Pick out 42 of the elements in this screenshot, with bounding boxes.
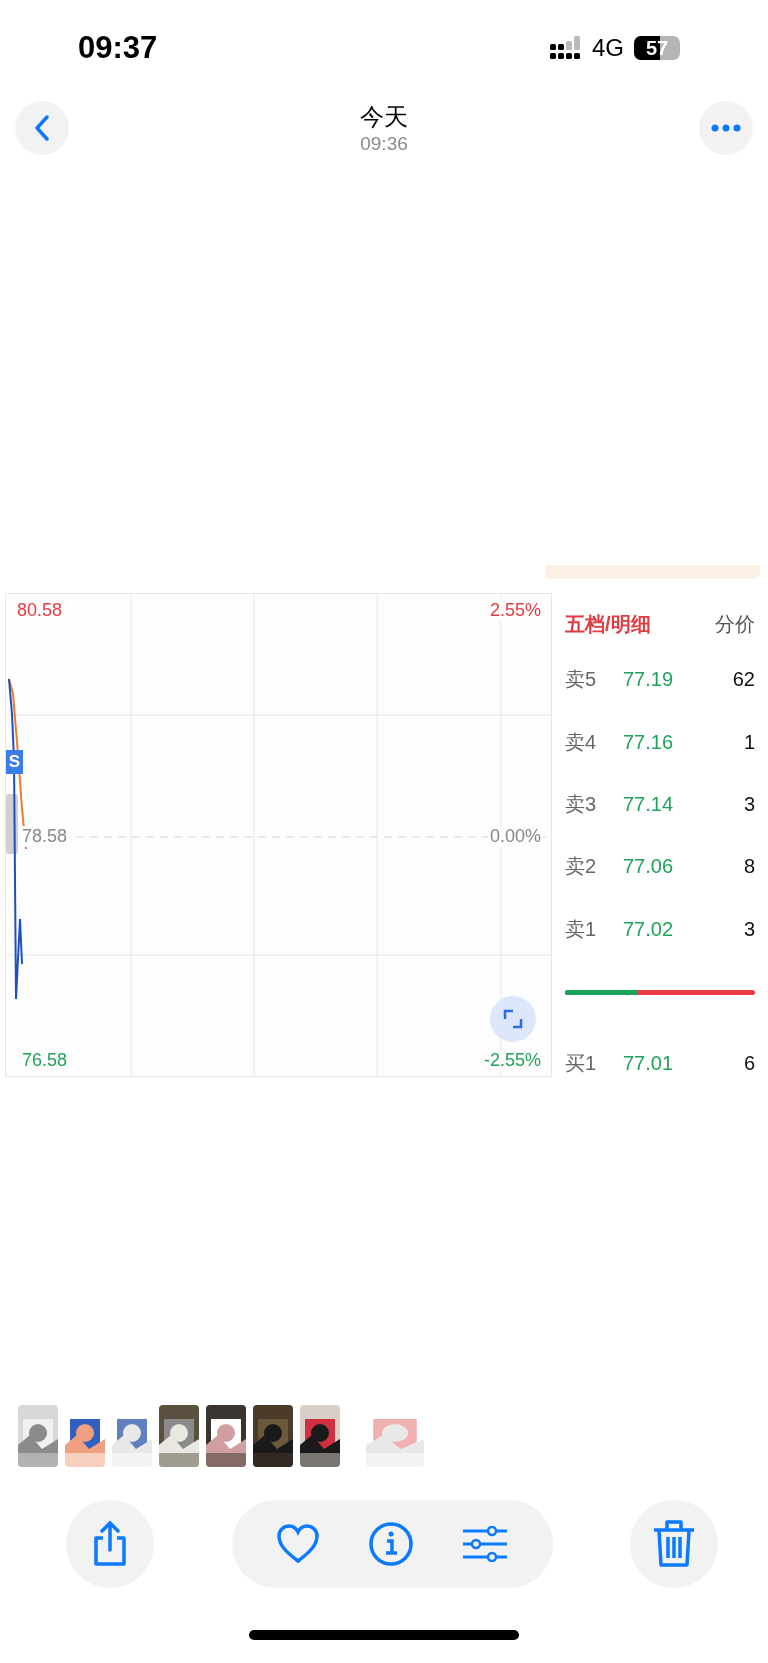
favorite-button[interactable]: [275, 1524, 320, 1564]
order-level-label: 卖2: [565, 854, 598, 880]
more-icon: [711, 124, 741, 132]
status-time: 09:37: [78, 30, 158, 66]
trash-icon: [652, 1519, 696, 1569]
expand-button[interactable]: [490, 996, 536, 1042]
info-button[interactable]: [368, 1521, 414, 1567]
order-level-label: 卖5: [565, 667, 598, 693]
order-volume: 6: [742, 1051, 755, 1075]
order-book-tab[interactable]: 分价: [715, 611, 755, 639]
expand-icon: [503, 1009, 523, 1029]
percent-label: 2.55%: [487, 600, 543, 621]
order-price: 77.06: [623, 855, 675, 879]
order-volume: 3: [742, 792, 755, 816]
order-price: 77.14: [623, 792, 675, 816]
nav-title: 今天: [360, 102, 408, 132]
order-volume: 3: [742, 917, 755, 941]
signal-icon: [550, 36, 582, 60]
order-volume: 8: [742, 855, 755, 879]
order-price: 77.16: [623, 730, 675, 754]
order-level-label: 卖3: [565, 791, 598, 817]
info-icon: [368, 1521, 414, 1567]
order-price: 77.01: [623, 1051, 675, 1075]
order-level-label: 买1: [565, 1050, 598, 1076]
order-volume: 1: [742, 730, 755, 754]
order-volume: 62: [731, 668, 755, 692]
trade-marker: S: [6, 750, 23, 774]
order-level-label: 卖4: [565, 729, 598, 755]
heart-icon: [275, 1524, 320, 1564]
order-book-tab[interactable]: 五档/明细: [565, 611, 651, 639]
sliders-icon: [462, 1526, 509, 1562]
chevron-left-icon: [35, 115, 49, 141]
price-label: 78.58: [20, 826, 70, 847]
order-price: 77.02: [623, 917, 675, 941]
network-label: 4G: [592, 34, 624, 62]
percent-label: -2.55%: [481, 1050, 543, 1071]
order-level-label: 卖1: [565, 916, 598, 942]
share-icon: [91, 1520, 129, 1568]
percent-label: 0.00%: [487, 826, 543, 847]
adjust-button[interactable]: [462, 1526, 509, 1562]
order-price: 77.19: [623, 668, 675, 692]
nav-subtitle: 09:36: [360, 133, 408, 155]
